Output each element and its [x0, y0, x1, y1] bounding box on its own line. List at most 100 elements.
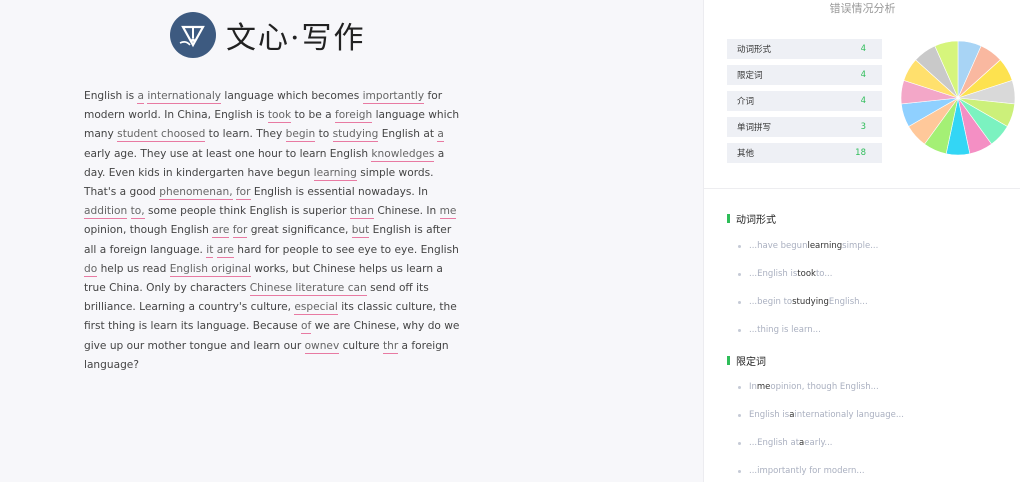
example-context: ...begin to: [749, 297, 793, 307]
section-title: 限定词: [736, 357, 766, 368]
error-highlight[interactable]: a: [137, 90, 144, 104]
essay-segment: hard for people to see eye to eye. Engli…: [233, 243, 459, 256]
example-context: internationaly language...: [794, 410, 904, 420]
error-highlight[interactable]: Chinese literature can: [249, 282, 367, 297]
bullet-icon: [738, 413, 741, 417]
error-highlight[interactable]: begin: [285, 128, 316, 143]
section-header: 动词形式: [727, 211, 776, 226]
error-pie-chart: [900, 40, 1016, 156]
bullet-icon: [738, 469, 741, 473]
error-highlight[interactable]: than: [349, 205, 374, 220]
error-highlight[interactable]: for: [235, 186, 251, 201]
stat-label: 其他: [737, 149, 755, 159]
stat-label: 限定词: [737, 71, 763, 81]
error-highlight[interactable]: especial: [294, 301, 338, 316]
stat-label: 动词形式: [737, 45, 772, 55]
error-example-item[interactable]: ...thing is learn...: [738, 325, 821, 335]
error-highlight[interactable]: are: [212, 224, 230, 239]
example-context: English is: [749, 410, 790, 420]
bullet-icon: [738, 300, 741, 304]
error-highlight[interactable]: of: [300, 320, 312, 335]
error-highlight[interactable]: studying: [332, 128, 379, 143]
example-context: ...English is: [749, 269, 798, 279]
essay-segment: English is: [84, 90, 138, 102]
stat-count: 4: [860, 96, 866, 106]
example-context: ...thing is learn...: [749, 325, 821, 335]
example-context: ...have begun: [749, 241, 808, 251]
example-context: simple...: [842, 241, 879, 251]
error-highlight[interactable]: but: [351, 224, 370, 239]
divider: [704, 188, 1020, 189]
stat-count: 3: [860, 122, 866, 132]
example-context: opinion, though English...: [770, 382, 879, 392]
essay-segment: help us read: [97, 262, 170, 275]
stat-row[interactable]: 其他 18: [727, 143, 882, 163]
error-example-item[interactable]: In me opinion, though English...: [738, 382, 879, 392]
essay-segment: to learn. They: [205, 128, 286, 141]
error-highlight[interactable]: English original: [169, 262, 251, 277]
error-highlight[interactable]: for: [232, 224, 248, 239]
stat-label: 单词拼写: [737, 123, 772, 133]
error-highlight[interactable]: thr: [382, 339, 399, 354]
essay-segment: some people think English is superior: [144, 205, 350, 218]
stat-row[interactable]: 介词 4: [727, 91, 882, 111]
error-highlight[interactable]: phenomenan,: [159, 186, 233, 201]
error-highlight[interactable]: addition: [84, 205, 128, 220]
example-context: ...importantly for modern...: [749, 466, 865, 476]
error-example-item[interactable]: ...English at a early...: [738, 438, 832, 448]
essay-segment: to be a: [291, 109, 335, 122]
example-context: to...: [815, 269, 833, 279]
stat-row[interactable]: 动词形式 4: [727, 39, 882, 59]
example-context: early...: [804, 438, 833, 448]
error-highlight[interactable]: foreigh: [334, 109, 373, 124]
stat-count: 4: [860, 70, 866, 80]
bullet-icon: [738, 441, 741, 445]
essay-segment: Chinese. In: [373, 205, 440, 218]
error-example-item[interactable]: ...English is took to...: [738, 269, 832, 279]
error-highlight[interactable]: ownev: [304, 339, 340, 354]
error-highlight[interactable]: knowledges: [371, 147, 435, 162]
essay-segment: English is essential nowadays. In: [250, 186, 428, 199]
error-example-item[interactable]: ...importantly for modern...: [738, 466, 865, 476]
example-context: English...: [828, 297, 868, 307]
essay-segment: to: [315, 128, 333, 141]
app-logo: 文心·写作: [170, 12, 366, 58]
essay-segment: language which becomes: [221, 90, 363, 102]
error-highlight[interactable]: importantly: [362, 90, 425, 104]
error-highlight[interactable]: internationaly: [147, 90, 222, 104]
panel-title: 错误情况分析: [829, 2, 896, 15]
bullet-icon: [738, 328, 741, 332]
error-highlight[interactable]: student choosed: [117, 128, 206, 143]
example-error-word: took: [797, 269, 816, 279]
error-highlight[interactable]: to,: [130, 205, 145, 220]
example-error-word: learning: [807, 241, 843, 251]
error-example-item[interactable]: English is a internationaly language...: [738, 410, 904, 420]
essay-segment: culture: [339, 339, 383, 352]
error-highlight[interactable]: a: [437, 128, 444, 143]
error-highlight[interactable]: me: [439, 205, 457, 220]
bullet-icon: [738, 272, 741, 276]
error-highlight[interactable]: learning: [313, 166, 357, 181]
pen-logo-icon: [170, 12, 216, 58]
essay-segment: great significance,: [247, 224, 352, 237]
example-error-word: studying: [792, 297, 829, 307]
stat-count: 4: [860, 44, 866, 54]
stat-label: 介词: [737, 97, 755, 107]
error-example-item[interactable]: ...begin to studying English...: [738, 297, 868, 307]
error-stats: 动词形式 4 限定词 4 介词 4 单词拼写 3 其他 18: [727, 39, 882, 169]
section-title: 动词形式: [736, 215, 776, 226]
essay-segment: English at: [378, 128, 438, 141]
bullet-icon: [738, 244, 741, 248]
essay-segment: early age. They use at least one hour to…: [84, 147, 372, 160]
error-highlight[interactable]: took: [267, 109, 292, 124]
stat-count: 18: [855, 148, 866, 158]
stat-row[interactable]: 限定词 4: [727, 65, 882, 85]
error-example-item[interactable]: ...have begun learning simple...: [738, 241, 878, 251]
essay-area: 文心·写作 English is a internationaly langua…: [0, 0, 703, 482]
example-error-word: me: [756, 382, 771, 392]
app-title: 文心·写作: [226, 21, 366, 56]
error-highlight[interactable]: are: [216, 243, 234, 258]
section-marker: [727, 356, 730, 365]
stat-row[interactable]: 单词拼写 3: [727, 117, 882, 137]
error-highlight[interactable]: do: [84, 262, 98, 277]
